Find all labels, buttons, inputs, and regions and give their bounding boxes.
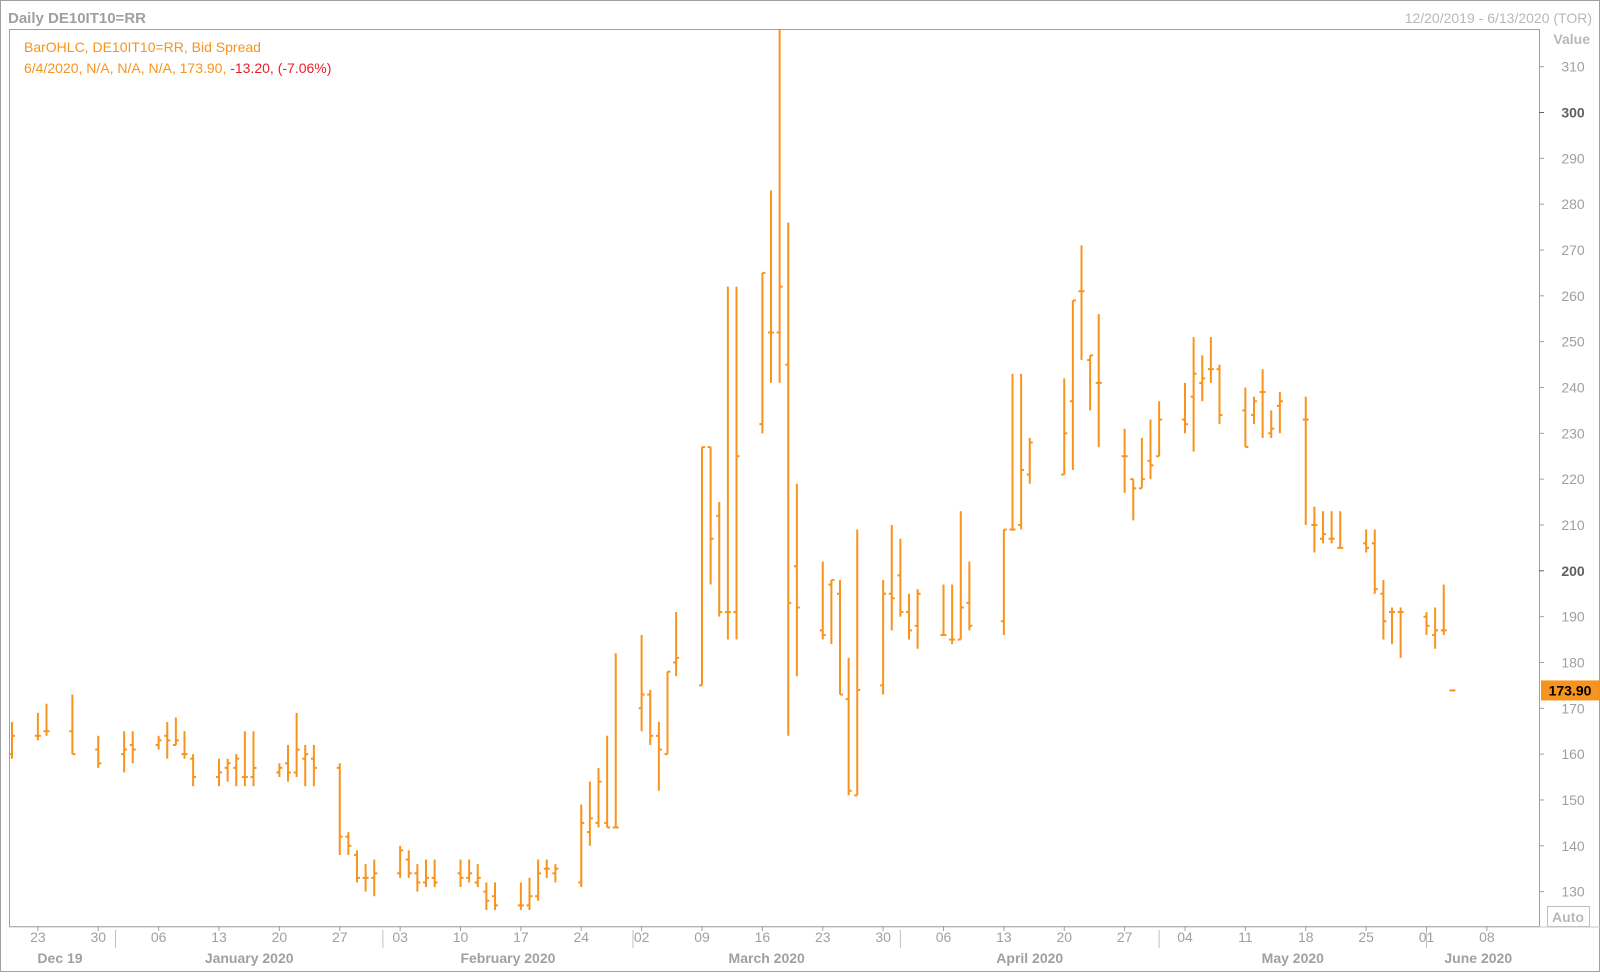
x-tick-label: 25 xyxy=(1358,929,1374,945)
x-tick-label: 02 xyxy=(634,929,650,945)
y-tick-label: 300 xyxy=(1561,104,1585,120)
y-tick-label: 210 xyxy=(1561,517,1585,533)
x-tick-label: 06 xyxy=(936,929,952,945)
y-tick-label: 230 xyxy=(1561,425,1585,441)
x-tick-label: 18 xyxy=(1298,929,1314,945)
x-tick-label: 23 xyxy=(815,929,831,945)
y-tick-label: 250 xyxy=(1561,334,1585,350)
y-tick-label: 310 xyxy=(1561,59,1585,75)
y-tick-label: 160 xyxy=(1561,746,1585,762)
x-tick-label: 27 xyxy=(332,929,348,945)
y-tick-label: 290 xyxy=(1561,150,1585,166)
month-label: Dec 19 xyxy=(37,950,82,966)
y-tick-label: 270 xyxy=(1561,242,1585,258)
x-tick-label: 16 xyxy=(755,929,771,945)
last-price-marker: 173.90 xyxy=(1541,680,1599,701)
month-label: June 2020 xyxy=(1444,950,1512,966)
month-label: May 2020 xyxy=(1262,950,1324,966)
y-tick-label: 240 xyxy=(1561,379,1585,395)
y-tick-label: 150 xyxy=(1561,792,1585,808)
x-tick-label: 10 xyxy=(453,929,469,945)
chart-title: Daily DE10IT10=RR xyxy=(8,10,146,27)
x-tick-label: 08 xyxy=(1479,929,1495,945)
x-tick-label: 13 xyxy=(211,929,227,945)
y-tick-label: 190 xyxy=(1561,609,1585,625)
x-tick-label: 06 xyxy=(151,929,167,945)
outer-frame xyxy=(0,0,1600,972)
last-price-label: 173.90 xyxy=(1549,682,1592,698)
x-tick-label: 24 xyxy=(573,929,589,945)
x-tick-label: 23 xyxy=(30,929,46,945)
x-tick-label: 11 xyxy=(1238,929,1253,945)
month-label: April 2020 xyxy=(996,950,1063,966)
y-tick-label: 220 xyxy=(1561,471,1585,487)
auto-scale-button[interactable]: Auto xyxy=(1552,909,1584,925)
x-tick-label: 03 xyxy=(392,929,408,945)
month-label: February 2020 xyxy=(460,950,555,966)
date-range-label: 12/20/2019 - 6/13/2020 (TOR) xyxy=(1405,10,1592,26)
ohlc-chart[interactable]: Daily DE10IT10=RR 12/20/2019 - 6/13/2020… xyxy=(0,0,1600,972)
y-tick-label: 130 xyxy=(1561,884,1585,900)
legend-values: 6/4/2020, N/A, N/A, N/A, 173.90, xyxy=(24,60,230,76)
legend-values-line: 6/4/2020, N/A, N/A, N/A, 173.90, -13.20,… xyxy=(24,60,331,76)
month-label: January 2020 xyxy=(205,950,294,966)
x-tick-label: 04 xyxy=(1177,929,1193,945)
y-tick-label: 280 xyxy=(1561,196,1585,212)
y-tick-label: 260 xyxy=(1561,288,1585,304)
y-tick-label: 200 xyxy=(1561,563,1585,579)
y-axis-title: Value xyxy=(1553,31,1590,47)
y-tick-label: 170 xyxy=(1561,700,1585,716)
y-tick-label: 180 xyxy=(1561,654,1585,670)
x-tick-label: 09 xyxy=(694,929,710,945)
x-tick-label: 20 xyxy=(272,929,288,945)
legend-series-label: BarOHLC, DE10IT10=RR, Bid Spread xyxy=(24,39,261,55)
y-tick-label: 140 xyxy=(1561,838,1585,854)
month-label: March 2020 xyxy=(729,950,805,966)
chart-svg[interactable]: Daily DE10IT10=RR 12/20/2019 - 6/13/2020… xyxy=(0,0,1600,972)
legend-change: -13.20, (-7.06%) xyxy=(230,60,331,76)
x-tick-label: 27 xyxy=(1117,929,1133,945)
x-tick-label: 17 xyxy=(513,929,529,945)
x-tick-label: 20 xyxy=(1056,929,1072,945)
x-tick-label: 13 xyxy=(996,929,1012,945)
x-tick-label: 30 xyxy=(90,929,106,945)
x-tick-label: 30 xyxy=(875,929,891,945)
